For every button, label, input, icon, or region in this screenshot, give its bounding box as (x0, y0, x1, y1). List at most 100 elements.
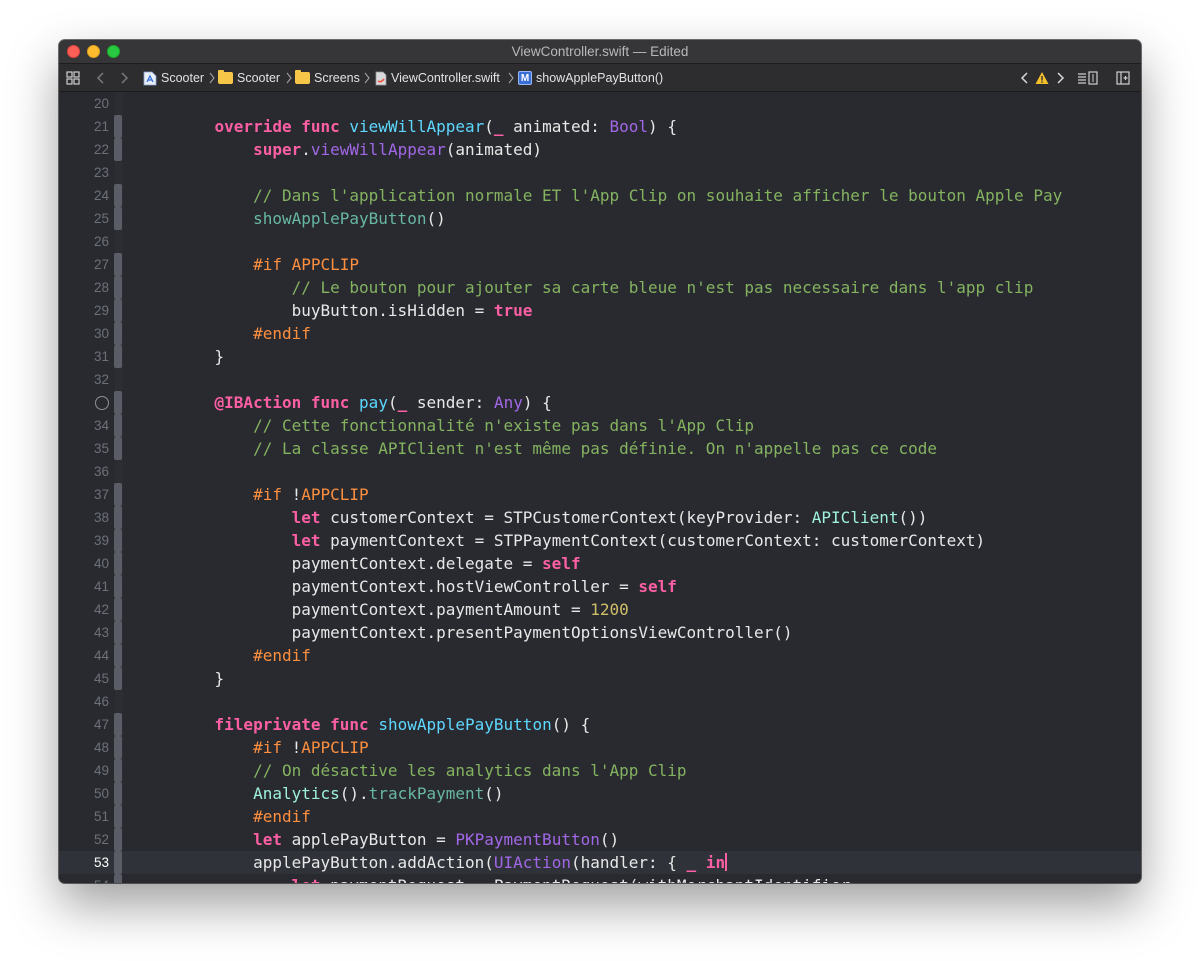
change-indicator (114, 736, 122, 759)
code-line[interactable]: 26 (59, 230, 1141, 253)
code-token: let (253, 830, 282, 849)
crumb-method[interactable]: M showApplePayButton() (518, 64, 663, 92)
code-text: #if APPCLIP (176, 253, 359, 276)
code-token: PKPaymentButton (455, 830, 600, 849)
related-items-icon[interactable] (66, 71, 80, 85)
code-token: #if (253, 738, 282, 757)
code-line[interactable]: 28 // Le bouton pour ajouter sa carte bl… (59, 276, 1141, 299)
change-indicator (114, 598, 122, 621)
code-line[interactable]: 53 applePayButton.addAction(UIAction(han… (59, 851, 1141, 874)
code-line[interactable]: 40 paymentContext.delegate = self (59, 552, 1141, 575)
change-indicator (114, 782, 122, 805)
code-line[interactable]: 43 paymentContext.presentPaymentOptionsV… (59, 621, 1141, 644)
code-token: paymentContext.delegate = (176, 554, 543, 573)
code-line[interactable]: 38 let customerContext = STPCustomerCont… (59, 506, 1141, 529)
code-text: override func viewWillAppear(_ animated:… (176, 115, 677, 138)
back-icon[interactable] (94, 71, 108, 85)
code-token: func (330, 715, 369, 734)
line-number: 48 (93, 740, 109, 755)
code-line[interactable]: 39 let paymentContext = STPPaymentContex… (59, 529, 1141, 552)
code-line[interactable]: 32 (59, 368, 1141, 391)
code-line[interactable]: 29 buyButton.isHidden = true (59, 299, 1141, 322)
code-token: // On désactive les analytics dans l'App… (253, 761, 687, 780)
code-line[interactable]: 34 // Cette fonctionnalité n'existe pas … (59, 414, 1141, 437)
code-text: let applePayButton = PKPaymentButton() (176, 828, 619, 851)
line-number: 30 (93, 326, 109, 341)
code-text: paymentContext.presentPaymentOptionsView… (176, 621, 793, 644)
line-number: 24 (93, 188, 109, 203)
code-text: #if !APPCLIP (176, 483, 369, 506)
next-issue-icon[interactable] (1053, 71, 1067, 85)
code-token: let (292, 876, 321, 883)
crumb-project[interactable]: Scooter (143, 64, 204, 92)
crumb-group-scooter[interactable]: Scooter (218, 64, 280, 92)
code-line[interactable]: 50 Analytics().trackPayment() (59, 782, 1141, 805)
code-line[interactable]: 25 showApplePayButton() (59, 207, 1141, 230)
code-token: (). (339, 784, 369, 803)
forward-icon[interactable] (117, 71, 131, 85)
folder-icon (295, 70, 310, 84)
code-line[interactable]: 51 #endif (59, 805, 1141, 828)
editor-options-icon[interactable] (1077, 71, 1099, 85)
change-indicator (114, 759, 122, 782)
change-indicator (114, 345, 122, 368)
code-line[interactable]: 30 #endif (59, 322, 1141, 345)
code-line[interactable]: 21 override func viewWillAppear(_ animat… (59, 115, 1141, 138)
previous-issue-icon[interactable] (1018, 71, 1032, 85)
code-line[interactable]: 54 let paymentRequest = PaymentRequest(w… (59, 874, 1141, 883)
chevron-right-icon (364, 72, 370, 84)
code-line[interactable]: 48 #if !APPCLIP (59, 736, 1141, 759)
ibaction-connection-icon[interactable] (95, 396, 109, 410)
code-text: // Cette fonctionnalité n'existe pas dan… (176, 414, 754, 437)
warning-icon[interactable] (1035, 71, 1049, 85)
code-line[interactable]: 49 // On désactive les analytics dans l'… (59, 759, 1141, 782)
change-indicator (114, 115, 122, 138)
code-line[interactable]: 41 paymentContext.hostViewController = s… (59, 575, 1141, 598)
code-line[interactable]: 20 (59, 92, 1141, 115)
code-token: ( (387, 393, 398, 412)
code-line[interactable]: 35 // La classe APIClient n'est même pas… (59, 437, 1141, 460)
line-number: 51 (93, 809, 109, 824)
code-text: buyButton.isHidden = true (176, 299, 533, 322)
change-indicator (114, 851, 122, 874)
code-token: () (484, 784, 504, 803)
code-token: } (176, 669, 225, 688)
code-text: Analytics().trackPayment() (176, 782, 504, 805)
code-line[interactable]: 37 #if !APPCLIP (59, 483, 1141, 506)
code-line[interactable]: 47 fileprivate func showApplePayButton()… (59, 713, 1141, 736)
code-token: 1200 (590, 600, 629, 619)
code-line[interactable]: 27 #if APPCLIP (59, 253, 1141, 276)
code-line[interactable]: 24 // Dans l'application normale ET l'Ap… (59, 184, 1141, 207)
code-line[interactable]: 31 } (59, 345, 1141, 368)
code-line[interactable]: 36 (59, 460, 1141, 483)
code-line[interactable]: 42 paymentContext.paymentAmount = 1200 (59, 598, 1141, 621)
text-cursor (725, 853, 728, 871)
code-token: paymentContext.hostViewController = (176, 577, 639, 596)
crumb-file[interactable]: ViewController.swift (375, 64, 500, 92)
code-line[interactable]: 23 (59, 161, 1141, 184)
code-line[interactable]: @IBAction func pay(_ sender: Any) { (59, 391, 1141, 414)
change-indicator (114, 391, 122, 414)
code-line[interactable]: 45 } (59, 667, 1141, 690)
crumb-group-screens[interactable]: Screens (295, 64, 360, 92)
source-editor[interactable]: 20 21 override func viewWillAppear(_ anim… (59, 92, 1141, 883)
add-editor-icon[interactable] (1116, 71, 1130, 85)
change-indicator (114, 253, 122, 276)
change-indicator (114, 276, 122, 299)
code-line[interactable]: 52 let applePayButton = PKPaymentButton(… (59, 828, 1141, 851)
change-indicator (114, 138, 122, 161)
code-line[interactable]: 46 (59, 690, 1141, 713)
code-line[interactable]: 22 super.viewWillAppear(animated) (59, 138, 1141, 161)
title-bar[interactable]: ViewController.swift — Edited (59, 40, 1141, 64)
code-token: (handler: { (570, 853, 687, 872)
code-line[interactable]: 44 #endif (59, 644, 1141, 667)
code-token: APIClient (811, 508, 899, 527)
